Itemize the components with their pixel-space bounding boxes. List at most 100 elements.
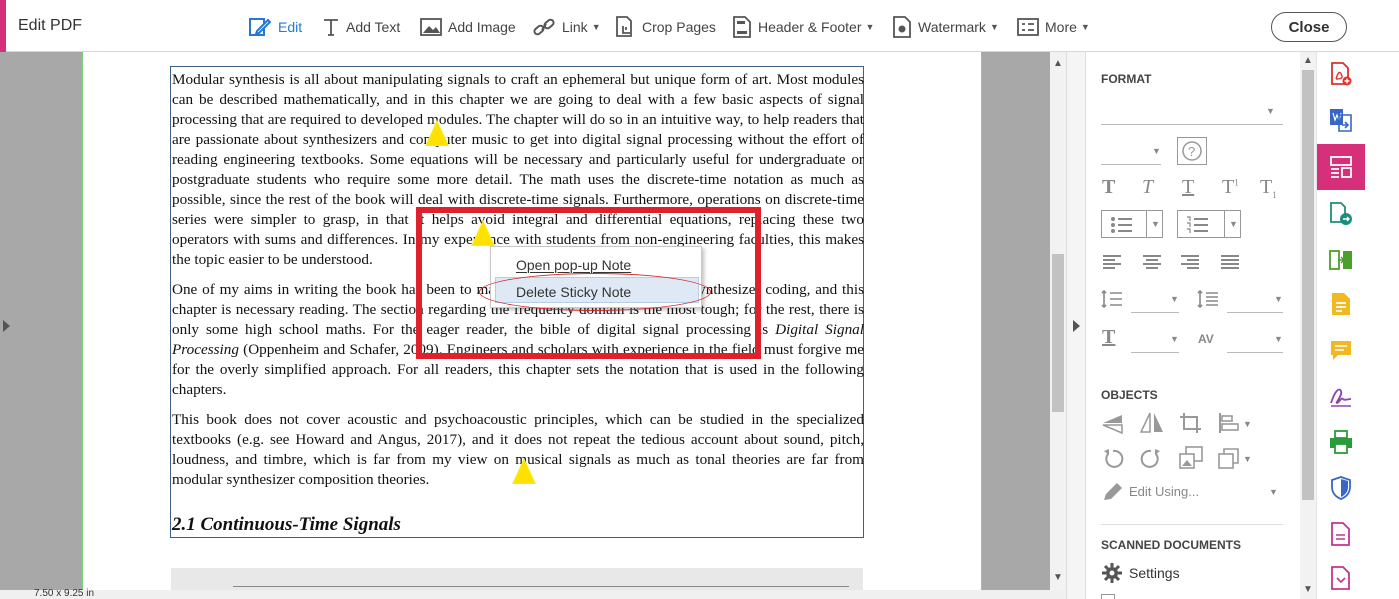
organize-pages-icon[interactable] xyxy=(1329,248,1353,272)
scroll-up-icon[interactable]: ▲ xyxy=(1053,58,1063,69)
character-spacing-icon[interactable]: AV xyxy=(1198,332,1214,346)
toolbar-accent xyxy=(0,0,6,52)
chevron-down-icon[interactable]: ▼ xyxy=(1170,294,1179,304)
help-icon[interactable]: ? xyxy=(1177,137,1207,165)
document-scrollbar[interactable]: ▲ ▼ xyxy=(1050,52,1066,590)
panel-divider xyxy=(1066,52,1086,599)
watermark-button[interactable]: Watermark ▼ xyxy=(892,14,999,40)
svg-text:?: ? xyxy=(1188,144,1195,159)
align-center-icon[interactable] xyxy=(1142,254,1162,270)
superscript-icon[interactable]: T1 xyxy=(1222,176,1239,199)
status-bar: 7.50 x 9.25 in xyxy=(0,588,1066,599)
character-spacing-dropdown[interactable] xyxy=(1227,352,1283,353)
horizontal-scale-dropdown[interactable] xyxy=(1131,352,1179,353)
rotate-right-icon[interactable] xyxy=(1140,448,1162,470)
panel-scrollbar[interactable]: ▲ ▼ xyxy=(1300,52,1316,599)
document-icon[interactable] xyxy=(1329,522,1353,546)
flip-horizontal-icon[interactable] xyxy=(1140,412,1164,434)
edit-pdf-icon[interactable] xyxy=(1317,144,1365,190)
more-button[interactable]: More ▼ xyxy=(1017,14,1090,40)
rotate-left-icon[interactable] xyxy=(1102,448,1124,470)
align-left-icon[interactable] xyxy=(1102,254,1122,270)
open-popup-note-item[interactable]: Open pop-up Note xyxy=(516,257,631,273)
scroll-thumb[interactable] xyxy=(1052,254,1064,412)
header-footer-label: Header & Footer xyxy=(758,19,862,35)
sticky-note-icon[interactable] xyxy=(425,120,449,146)
header-footer-button[interactable]: Header & Footer ▼ xyxy=(732,14,874,40)
line-spacing-icon[interactable] xyxy=(1101,290,1123,308)
scroll-down-icon[interactable]: ▼ xyxy=(1303,584,1313,595)
numbered-list-dropdown[interactable]: ▼ xyxy=(1177,210,1241,238)
edit-label: Edit xyxy=(278,19,303,35)
combine-files-icon[interactable] xyxy=(1329,292,1353,316)
link-label: Link xyxy=(562,19,588,35)
sticky-note-icon[interactable] xyxy=(512,458,536,484)
create-pdf-icon[interactable] xyxy=(1329,62,1353,86)
line-spacing-dropdown[interactable] xyxy=(1131,312,1179,313)
scroll-thumb[interactable] xyxy=(1302,70,1314,500)
export-pdf-icon[interactable] xyxy=(1329,108,1353,132)
horizontal-scale-icon[interactable]: T xyxy=(1102,326,1115,349)
protect-shield-icon[interactable] xyxy=(1329,476,1353,500)
checkbox[interactable] xyxy=(1101,594,1115,599)
chevron-down-icon[interactable]: ▼ xyxy=(1269,487,1278,497)
more-label: More xyxy=(1045,19,1077,35)
edit-using-dropdown[interactable]: Edit Using... xyxy=(1129,484,1199,499)
edit-icon xyxy=(249,18,272,36)
paragraph-spacing-icon[interactable] xyxy=(1197,290,1219,308)
figure-rule xyxy=(233,586,849,587)
more-tools-icon[interactable] xyxy=(1329,566,1353,590)
add-text-button[interactable]: Add Text xyxy=(322,14,400,40)
watermark-label: Watermark xyxy=(918,19,986,35)
link-button[interactable]: Link ▼ xyxy=(532,14,601,40)
left-panel-toggle-icon[interactable] xyxy=(3,320,10,332)
font-dropdown[interactable] xyxy=(1101,124,1283,125)
chevron-down-icon: ▼ xyxy=(1080,22,1090,32)
annotation-ellipse xyxy=(479,273,711,311)
chevron-down-icon[interactable]: ▼ xyxy=(1243,419,1252,429)
chevron-down-icon[interactable]: ▼ xyxy=(1170,334,1179,344)
flip-vertical-icon[interactable] xyxy=(1102,414,1124,434)
watermark-icon xyxy=(893,16,911,38)
scroll-up-icon[interactable]: ▲ xyxy=(1303,55,1313,66)
scanned-documents-title: SCANNED DOCUMENTS xyxy=(1101,538,1242,552)
underline-icon[interactable]: T xyxy=(1182,176,1194,199)
chevron-down-icon[interactable]: ▼ xyxy=(1152,146,1161,156)
chevron-down-icon[interactable]: ▼ xyxy=(1243,454,1252,464)
send-for-review-icon[interactable] xyxy=(1329,202,1353,226)
bold-icon[interactable]: T xyxy=(1102,176,1115,199)
crop-pages-label: Crop Pages xyxy=(642,19,716,35)
align-objects-icon[interactable] xyxy=(1218,412,1240,434)
bullet-list-icon xyxy=(1111,217,1132,233)
chevron-down-icon: ▼ xyxy=(865,22,875,32)
pencil-icon[interactable] xyxy=(1102,482,1124,502)
section-heading[interactable]: 2.1 Continuous-Time Signals xyxy=(172,514,401,536)
scroll-down-icon[interactable]: ▼ xyxy=(1053,572,1063,583)
chevron-down-icon[interactable]: ▼ xyxy=(1266,106,1275,116)
close-button[interactable]: Close xyxy=(1271,12,1347,42)
subscript-icon[interactable]: T1 xyxy=(1260,176,1277,200)
right-panel-toggle-icon[interactable] xyxy=(1073,320,1080,332)
paragraph-spacing-dropdown[interactable] xyxy=(1227,312,1283,313)
crop-pages-icon xyxy=(616,16,632,37)
crop-icon[interactable] xyxy=(1179,412,1203,434)
chevron-down-icon: ▼ xyxy=(1229,219,1238,229)
crop-pages-button[interactable]: Crop Pages xyxy=(614,14,716,40)
document-view[interactable]: Modular synthesis is all about manipulat… xyxy=(0,52,1066,590)
align-justify-icon[interactable] xyxy=(1220,254,1240,270)
gear-icon[interactable] xyxy=(1102,563,1122,583)
replace-image-icon[interactable] xyxy=(1179,446,1203,470)
settings-button[interactable]: Settings xyxy=(1129,565,1180,581)
italic-icon[interactable]: T xyxy=(1142,176,1153,199)
edit-button[interactable]: Edit xyxy=(248,14,302,40)
add-image-button[interactable]: Add Image xyxy=(420,14,516,40)
bullet-list-dropdown[interactable]: ▼ xyxy=(1101,210,1163,238)
align-right-icon[interactable] xyxy=(1180,254,1200,270)
chevron-down-icon[interactable]: ▼ xyxy=(1274,334,1283,344)
font-size-dropdown[interactable] xyxy=(1101,164,1161,165)
comment-icon[interactable] xyxy=(1329,338,1353,362)
fill-sign-icon[interactable] xyxy=(1329,384,1353,408)
chevron-down-icon[interactable]: ▼ xyxy=(1274,294,1283,304)
arrange-icon[interactable] xyxy=(1218,448,1240,470)
print-production-icon[interactable] xyxy=(1329,430,1353,454)
